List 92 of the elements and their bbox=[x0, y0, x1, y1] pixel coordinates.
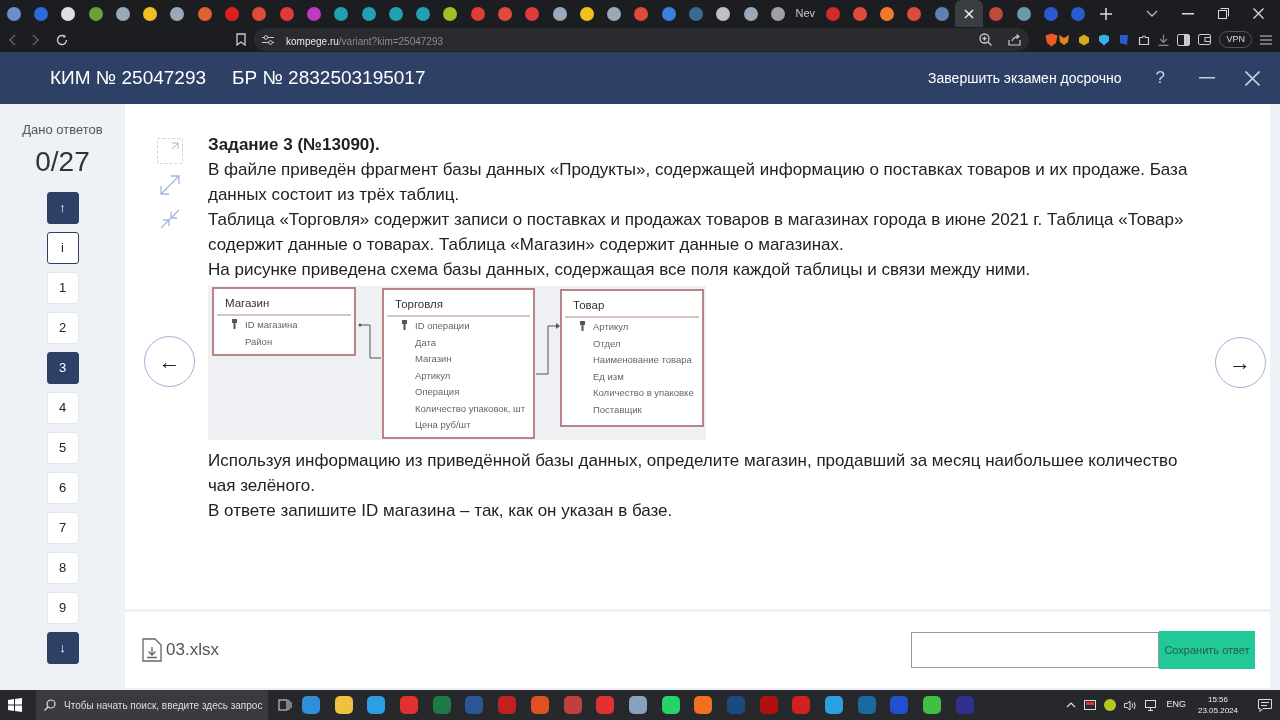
field-name: ID операции bbox=[415, 320, 470, 331]
speaker-icon[interactable] bbox=[1124, 699, 1138, 711]
field-name: Район bbox=[245, 335, 273, 347]
task-number-button[interactable]: 3 bbox=[46, 351, 79, 384]
app-icon[interactable] bbox=[367, 696, 386, 714]
site-settings-icon[interactable] bbox=[262, 34, 274, 45]
field-name: Количество в упаковке bbox=[593, 387, 694, 398]
close-icon[interactable] bbox=[1253, 8, 1264, 19]
reload-icon[interactable] bbox=[56, 33, 68, 46]
browser-tab[interactable] bbox=[955, 0, 983, 27]
answers-given-label: Дано ответов bbox=[22, 121, 103, 139]
relationship-line bbox=[358, 323, 382, 359]
app-icon[interactable] bbox=[302, 696, 320, 714]
status-icon[interactable] bbox=[1104, 699, 1117, 711]
field-name: Магазин bbox=[415, 353, 452, 364]
table-title: Товар bbox=[573, 299, 605, 311]
help-button[interactable]: ? bbox=[1155, 65, 1165, 91]
field-name: Поставщик bbox=[593, 403, 642, 415]
search-field[interactable]: Чтобы начать поиск, введите здесь запрос bbox=[36, 690, 268, 720]
chevron-down-icon[interactable] bbox=[1146, 9, 1158, 18]
clock[interactable]: 15:56 23.05.2024 bbox=[1197, 694, 1238, 716]
task-number-button[interactable]: 1 bbox=[46, 271, 79, 304]
exam-id: КИМ № 25047293 bbox=[50, 65, 207, 90]
shield-icon[interactable] bbox=[1098, 33, 1111, 46]
forward-icon[interactable] bbox=[32, 33, 40, 46]
task-paragraph: В файле приведён фрагмент базы данных «Продукты», содержащей информацию о поставках товаров и их продаже. База данных состоит из трёх таблиц. bbox=[208, 159, 1189, 206]
field-name: Цена руб/шт bbox=[415, 419, 471, 430]
search-icon bbox=[44, 699, 56, 711]
app-icon[interactable] bbox=[923, 696, 942, 714]
field-name: Артикул bbox=[593, 321, 629, 332]
task-number-button[interactable]: 8 bbox=[46, 551, 79, 584]
field-name: Ед изм bbox=[593, 370, 624, 382]
task-paragraph: На рисунке приведена схема базы данных, содержащая все поля каждой таблицы и связи между ними. bbox=[208, 259, 1032, 281]
download-icon[interactable] bbox=[1158, 33, 1170, 46]
start-icon[interactable] bbox=[8, 698, 22, 712]
app-icon[interactable] bbox=[334, 696, 353, 714]
previous-task-button[interactable]: ← bbox=[144, 336, 195, 387]
field-name: Отдел bbox=[593, 337, 621, 349]
finish-exam-link[interactable]: Завершить экзамен досрочно bbox=[928, 67, 1122, 89]
cube-icon[interactable] bbox=[1078, 33, 1091, 46]
sidebar-icon[interactable] bbox=[1177, 33, 1191, 46]
file-link[interactable]: 03.xlsx bbox=[166, 637, 219, 663]
task-number-button[interactable]: 2 bbox=[46, 311, 79, 344]
file-download-icon[interactable] bbox=[142, 638, 162, 662]
next-task-button[interactable]: → bbox=[1214, 337, 1266, 388]
restore-icon[interactable] bbox=[1218, 8, 1229, 19]
zoom-icon[interactable] bbox=[979, 33, 993, 46]
app-icon[interactable] bbox=[694, 696, 713, 714]
answers-count: 0/27 bbox=[35, 147, 90, 176]
field-name: Количество упаковок, шт bbox=[415, 402, 525, 414]
language-indicator[interactable]: ENG bbox=[1166, 698, 1186, 712]
notification-icon[interactable] bbox=[1258, 698, 1272, 712]
chevron-up-icon[interactable] bbox=[1066, 702, 1077, 708]
field-name: Операция bbox=[415, 386, 460, 397]
task-number-button[interactable]: 5 bbox=[46, 431, 79, 464]
browser-tab[interactable]: Nev bbox=[791, 0, 819, 27]
wallet-icon[interactable] bbox=[1198, 34, 1212, 45]
task-number-button[interactable]: 6 bbox=[46, 471, 79, 504]
table-title: Магазин bbox=[225, 297, 270, 309]
field-name: Наименование товара bbox=[593, 354, 692, 365]
app-icon[interactable] bbox=[530, 696, 549, 714]
field-name: ID магазина bbox=[245, 319, 298, 330]
task-paragraph: Таблица «Торговля» содержит записи о поставках и продажах товаров в магазинах города в июне 2021 г. Таблица «Товар» содержит данные о товарах. Таблица «Магазин» содержит данные о магазинах. bbox=[208, 209, 1185, 256]
answer-field[interactable] bbox=[911, 632, 1159, 668]
task-number-button[interactable]: 4 bbox=[46, 391, 79, 424]
info-button[interactable]: i bbox=[46, 231, 79, 264]
app-icon[interactable] bbox=[661, 696, 680, 714]
new-tab-icon[interactable] bbox=[1099, 7, 1112, 20]
field-name: Дата bbox=[415, 336, 437, 348]
task-view-icon[interactable] bbox=[278, 699, 292, 711]
scroll-up-button[interactable]: ↑ bbox=[46, 191, 79, 224]
close-icon[interactable] bbox=[1245, 70, 1260, 86]
shield-icon[interactable] bbox=[1045, 32, 1059, 47]
app-icon[interactable] bbox=[825, 696, 843, 714]
save-answer-button[interactable]: Сохранить ответ bbox=[1159, 631, 1255, 669]
app-icon[interactable] bbox=[628, 696, 647, 714]
task-number-button[interactable]: 7 bbox=[46, 511, 79, 544]
fox-icon[interactable] bbox=[1058, 33, 1071, 46]
task-paragraph: Используя информацию из приведённой базы данных, определите магазин, продавший за месяц наибольшее количество чая зелёного. bbox=[208, 450, 1179, 497]
share-icon[interactable] bbox=[1008, 33, 1022, 46]
relationship-line bbox=[535, 323, 560, 375]
menu-icon[interactable] bbox=[1260, 34, 1272, 45]
back-icon[interactable] bbox=[8, 33, 16, 46]
field-name: Артикул bbox=[415, 369, 451, 381]
task-paragraph: В ответе запишите ID магазина – так, как он указан в базе. bbox=[208, 500, 674, 522]
battery-icon[interactable] bbox=[1084, 700, 1097, 710]
form-number: БР № 2832503195017 bbox=[232, 65, 426, 90]
task-title: Задание 3 (№13090). bbox=[208, 134, 381, 156]
task-number-button[interactable]: 9 bbox=[46, 591, 79, 624]
minimize-icon[interactable] bbox=[1182, 12, 1194, 15]
table-title: Торговля bbox=[395, 298, 444, 310]
scroll-down-button[interactable]: ↓ bbox=[46, 631, 79, 664]
